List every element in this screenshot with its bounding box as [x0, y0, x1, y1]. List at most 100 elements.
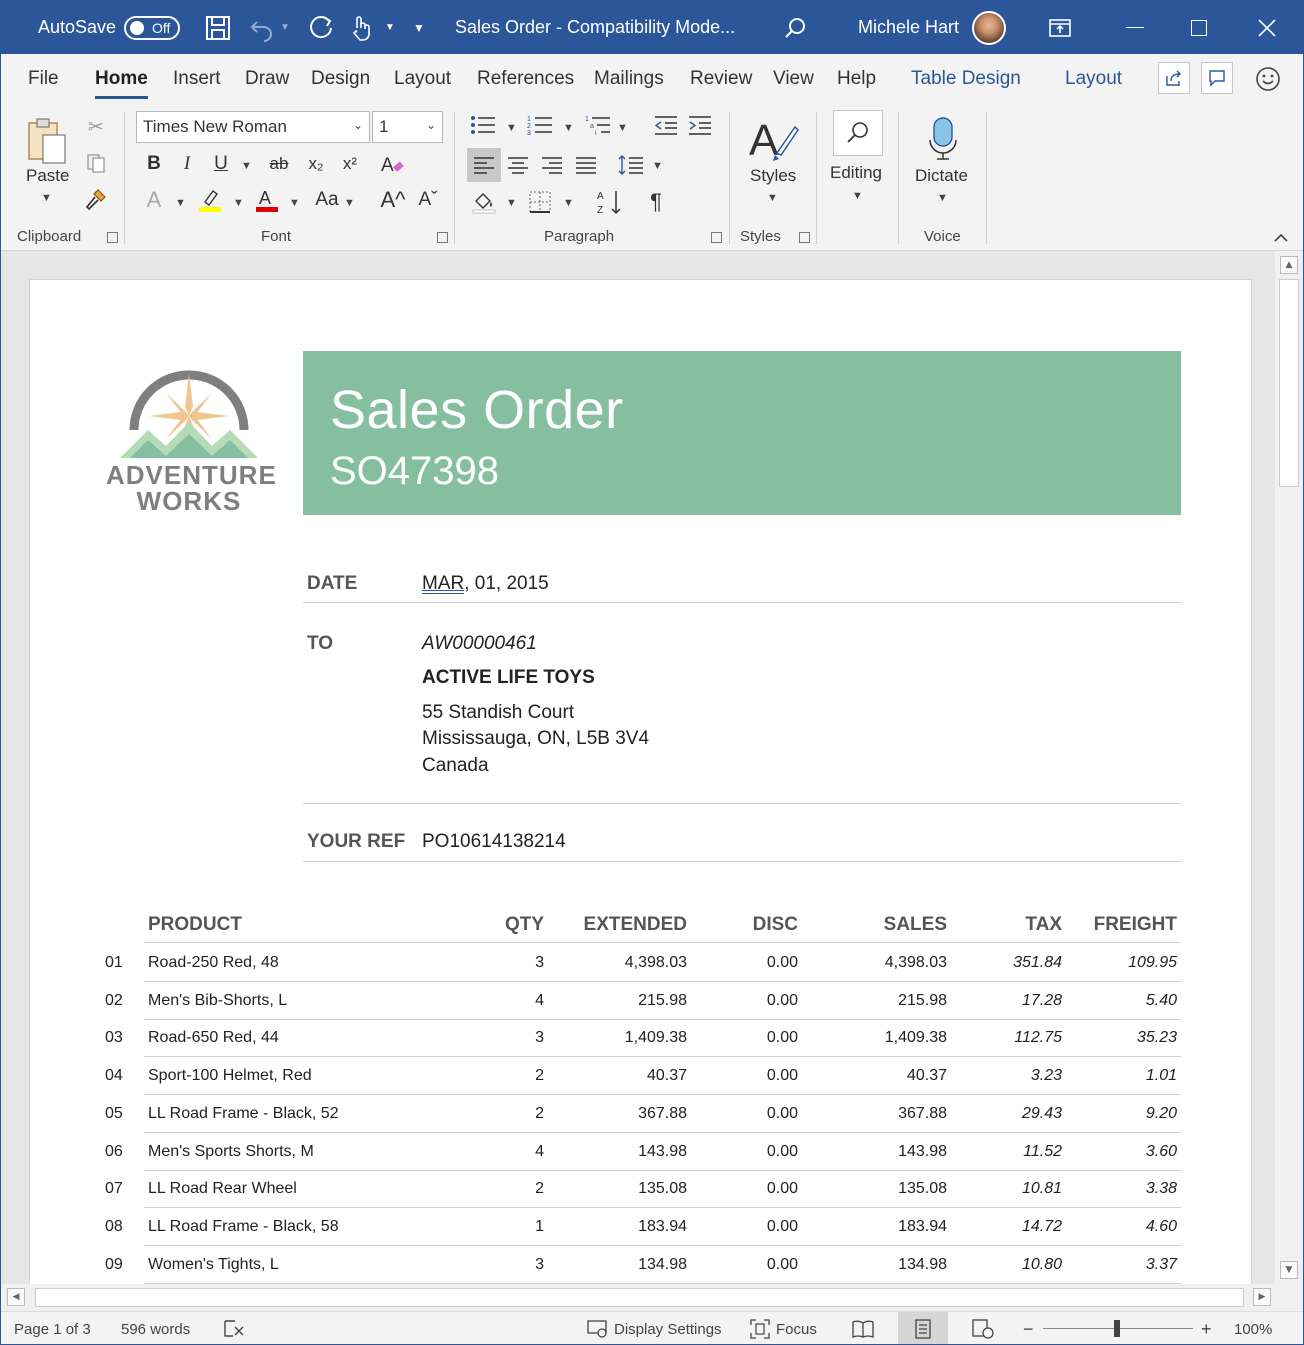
justify-icon[interactable]	[571, 150, 601, 180]
font-color-icon[interactable]: A	[252, 185, 282, 215]
tab-help[interactable]: Help	[837, 68, 876, 90]
line-spacing-icon[interactable]	[616, 150, 646, 180]
borders-dropdown-icon[interactable]: ▼	[563, 197, 574, 209]
font-color-dropdown-icon[interactable]: ▼	[289, 197, 300, 209]
grow-font-button[interactable]: A^	[378, 185, 408, 215]
proofing-icon[interactable]	[223, 1312, 245, 1344]
focus-icon[interactable]	[750, 1312, 770, 1344]
tab-table-design[interactable]: Table Design	[911, 68, 1021, 90]
scroll-right-icon[interactable]: ▶	[1253, 1288, 1271, 1306]
font-size-box[interactable]: 1 ⌄	[372, 111, 443, 143]
customize-qat-icon[interactable]: ▼	[413, 1, 425, 54]
subscript-button[interactable]: x₂	[301, 149, 331, 179]
scroll-left-icon[interactable]: ◀	[7, 1288, 25, 1306]
tab-design[interactable]: Design	[311, 68, 370, 90]
change-case-button[interactable]: Aa	[310, 185, 344, 215]
table-row[interactable]: 04 Sport-100 Helmet, Red 2 40.37 0.00 40.37 3.…	[30, 1057, 1251, 1096]
find-icon[interactable]	[833, 110, 883, 156]
autosave-toggle[interactable]: Off	[124, 1, 180, 54]
vertical-scrollbar[interactable]: ▲ ▼	[1275, 251, 1303, 1284]
align-right-icon[interactable]	[537, 150, 567, 180]
share-icon[interactable]	[1158, 62, 1190, 94]
dictate-dropdown-icon[interactable]: ▼	[937, 192, 948, 204]
clear-formatting-icon[interactable]: A	[378, 149, 408, 179]
tab-file[interactable]: File	[28, 68, 59, 90]
tab-insert[interactable]: Insert	[173, 68, 221, 90]
decrease-indent-icon[interactable]	[651, 110, 681, 140]
table-row[interactable]: 05 LL Road Frame - Black, 52 2 367.88 0.00 36…	[30, 1095, 1251, 1133]
shrink-font-button[interactable]: Aˇ	[413, 185, 443, 215]
shading-icon[interactable]	[469, 187, 499, 217]
tab-mailings[interactable]: Mailings	[594, 68, 664, 90]
undo-icon[interactable]: ▼	[248, 1, 290, 54]
text-effects-icon[interactable]: A	[139, 185, 169, 215]
avatar[interactable]	[972, 1, 1006, 54]
copy-icon[interactable]	[81, 148, 111, 178]
scroll-thumb[interactable]	[1279, 279, 1299, 487]
paste-label[interactable]: Paste	[26, 166, 69, 186]
bullets-icon[interactable]	[468, 110, 498, 140]
table-row[interactable]: 02 Men's Bib-Shorts, L 4 215.98 0.00 215.98 17…	[30, 982, 1251, 1020]
save-icon[interactable]	[204, 1, 232, 54]
table-row[interactable]: 08 LL Road Frame - Black, 58 1 183.94 0.00 18…	[30, 1208, 1251, 1246]
minimize-icon[interactable]	[1126, 1, 1144, 54]
document-page[interactable]: ADVENTURE WORKS Sales Order SO47398 DATE…	[29, 279, 1252, 1289]
multilevel-dropdown-icon[interactable]: ▼	[617, 122, 628, 134]
tab-home[interactable]: Home	[95, 68, 148, 99]
underline-button[interactable]: U	[206, 149, 236, 179]
line-spacing-dropdown-icon[interactable]: ▼	[652, 160, 663, 172]
tab-layout[interactable]: Layout	[394, 68, 451, 90]
sort-icon[interactable]: AZ	[595, 187, 625, 217]
styles-label[interactable]: Styles	[750, 166, 796, 186]
redo-icon[interactable]	[307, 1, 335, 54]
zoom-out-icon[interactable]: −	[1023, 1312, 1034, 1344]
superscript-button[interactable]: x²	[335, 149, 365, 179]
display-settings-label[interactable]: Display Settings	[614, 1312, 722, 1344]
touch-mode-icon[interactable]: ▼	[349, 1, 395, 54]
borders-icon[interactable]	[525, 187, 555, 217]
read-mode-icon[interactable]	[852, 1312, 874, 1344]
search-icon[interactable]	[783, 1, 807, 54]
user-name[interactable]: Michele Hart	[858, 1, 959, 54]
zoom-level[interactable]: 100%	[1234, 1312, 1272, 1344]
print-layout-icon[interactable]	[898, 1312, 948, 1344]
tab-table-layout[interactable]: Layout	[1065, 68, 1122, 90]
numbering-dropdown-icon[interactable]: ▼	[563, 122, 574, 134]
change-case-dropdown-icon[interactable]: ▼	[344, 197, 355, 209]
tab-review[interactable]: Review	[690, 68, 752, 90]
focus-label[interactable]: Focus	[776, 1312, 817, 1344]
strikethrough-button[interactable]: ab	[264, 149, 294, 179]
table-row[interactable]: 06 Men's Sports Shorts, M 4 143.98 0.00 143.9…	[30, 1133, 1251, 1171]
clipboard-launcher-icon[interactable]	[107, 232, 118, 243]
increase-indent-icon[interactable]	[685, 110, 715, 140]
styles-icon[interactable]: A	[745, 112, 801, 164]
paste-dropdown-icon[interactable]: ▼	[41, 192, 52, 204]
scroll-thumb-horizontal[interactable]	[35, 1288, 1244, 1307]
web-layout-icon[interactable]	[972, 1312, 994, 1344]
align-center-icon[interactable]	[503, 150, 533, 180]
styles-launcher-icon[interactable]	[799, 232, 810, 243]
scroll-up-icon[interactable]: ▲	[1280, 256, 1298, 274]
underline-dropdown-icon[interactable]: ▼	[241, 160, 252, 172]
highlight-dropdown-icon[interactable]: ▼	[233, 197, 244, 209]
shading-dropdown-icon[interactable]: ▼	[506, 197, 517, 209]
ribbon-display-icon[interactable]	[1048, 1, 1072, 54]
editing-label[interactable]: Editing	[830, 163, 882, 183]
align-left-icon[interactable]	[467, 148, 501, 182]
table-row[interactable]: 07 LL Road Rear Wheel 2 135.08 0.00 135.08 10.…	[30, 1170, 1251, 1209]
show-formatting-button[interactable]: ¶	[641, 187, 671, 217]
tab-references[interactable]: References	[477, 68, 574, 90]
font-name-box[interactable]: Times New Roman ⌄	[136, 111, 370, 143]
close-icon[interactable]	[1258, 1, 1276, 54]
cut-icon[interactable]: ✂	[81, 112, 111, 142]
paste-icon[interactable]	[23, 114, 71, 166]
date-value[interactable]: MAR, 01, 2015	[422, 573, 549, 595]
paragraph-launcher-icon[interactable]	[711, 232, 722, 243]
table-row[interactable]: 09 Women's Tights, L 3 134.98 0.00 134.98 10.8…	[30, 1246, 1251, 1284]
editing-dropdown-icon[interactable]: ▼	[852, 190, 863, 202]
scroll-down-icon[interactable]: ▼	[1280, 1261, 1298, 1279]
multilevel-list-icon[interactable]: 1ai	[583, 110, 613, 140]
table-row[interactable]: 03 Road-650 Red, 44 3 1,409.38 0.00 1,409.38 1…	[30, 1019, 1251, 1058]
table-row[interactable]: 01 Road-250 Red, 48 3 4,398.03 0.00 4,398.03 3…	[30, 944, 1251, 982]
collapse-ribbon-icon[interactable]	[1273, 230, 1289, 248]
